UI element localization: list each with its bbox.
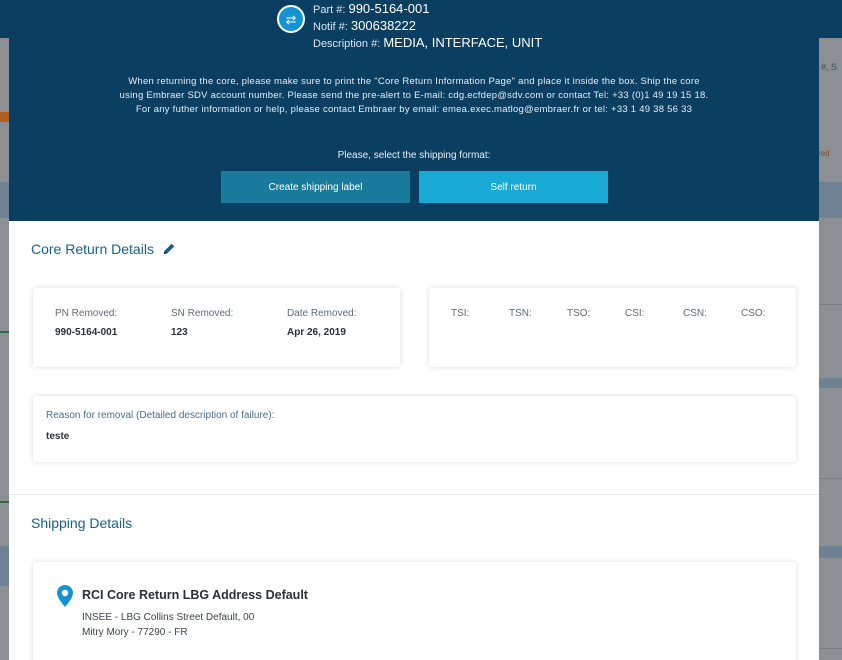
- sn-removed-label: SN Removed:: [171, 308, 234, 319]
- return-notice: When returning the core, please make sur…: [9, 75, 819, 117]
- background-search-hint: #, S: [821, 62, 838, 72]
- part-number: 990-5164-001: [348, 1, 430, 16]
- pencil-icon[interactable]: [162, 242, 176, 256]
- background-left-strip: [0, 38, 9, 660]
- reason-label: Reason for removal (Detailed description…: [46, 410, 275, 421]
- self-return-button[interactable]: Self return: [419, 171, 608, 203]
- description-value: MEDIA, INTERFACE, UNIT: [383, 35, 543, 50]
- part-info: Part #: 990-5164-001 Notif #: 300638222 …: [313, 0, 542, 51]
- notif-number: 300638222: [350, 18, 416, 33]
- description-label: Description #:: [313, 38, 381, 50]
- map-pin-icon: [57, 585, 73, 607]
- pn-removed-value: 990-5164-001: [55, 327, 118, 338]
- address-card[interactable]: RCI Core Return LBG Address Default INSE…: [33, 562, 796, 660]
- part-label: Part #:: [313, 4, 346, 16]
- background-tag: [0, 112, 9, 122]
- csn-label: CSN:: [683, 308, 707, 319]
- background-right-strip: #, S red: [818, 38, 842, 660]
- notice-line: When returning the core, please make sur…: [128, 76, 700, 87]
- shipping-format-label: Please, select the shipping format:: [337, 150, 491, 161]
- counters-card: TSI: TSN: TSO: CSI: CSN: CSO:: [429, 288, 796, 367]
- create-shipping-label-button[interactable]: Create shipping label: [221, 171, 410, 203]
- tsn-label: TSN:: [509, 308, 532, 319]
- address-line-1: INSEE - LBG Collins Street Default, 00: [82, 612, 255, 623]
- reason-value: teste: [46, 431, 70, 442]
- address-title: RCI Core Return LBG Address Default: [82, 588, 308, 602]
- section-divider: [9, 494, 819, 495]
- core-return-modal: ⇄ Part #: 990-5164-001 Notif #: 30063822…: [9, 0, 819, 660]
- csi-label: CSI:: [625, 308, 645, 319]
- address-line-2: Mitry Mory - 77290 - FR: [82, 627, 188, 638]
- notice-line: For any futher information or help, plea…: [135, 104, 693, 115]
- core-return-title: Core Return Details: [31, 241, 154, 257]
- reason-card: Reason for removal (Detailed description…: [33, 396, 796, 462]
- swap-arrows-icon: ⇄: [277, 5, 305, 33]
- pn-removed-label: PN Removed:: [55, 308, 118, 319]
- date-removed-value: Apr 26, 2019: [287, 327, 346, 338]
- cso-label: CSO:: [741, 308, 766, 319]
- sn-removed-value: 123: [171, 327, 188, 338]
- notif-label: Notif #:: [313, 21, 348, 33]
- shipping-section-title: Shipping Details: [31, 515, 132, 531]
- notice-line: using Embraer SDV account number. Please…: [119, 90, 709, 101]
- core-return-section-title: Core Return Details: [31, 241, 176, 257]
- modal-header: ⇄ Part #: 990-5164-001 Notif #: 30063822…: [9, 0, 819, 221]
- removal-info-card: PN Removed: 990-5164-001 SN Removed: 123…: [33, 288, 400, 367]
- tsi-label: TSI:: [451, 308, 470, 319]
- shipping-title: Shipping Details: [31, 515, 133, 531]
- background-status-hint: red: [818, 149, 830, 158]
- tso-label: TSO:: [567, 308, 591, 319]
- date-removed-label: Date Removed:: [287, 308, 357, 319]
